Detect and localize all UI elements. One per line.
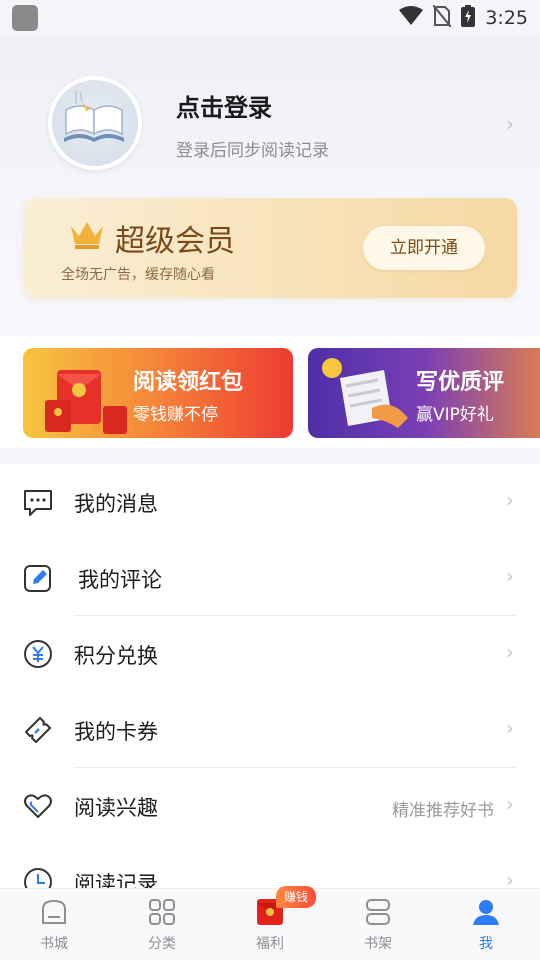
app-notification-icon [12, 5, 38, 31]
menu-item-label: 阅读记录 [74, 872, 158, 888]
menu-item-messages[interactable]: 我的消息 › [0, 464, 540, 540]
chevron-right-icon: › [506, 488, 514, 512]
menu-item-label: 我的评论 [78, 568, 162, 592]
menu-item-points-exchange[interactable]: 积分兑换 › [0, 616, 540, 692]
banner-title: 写优质评 [416, 370, 505, 395]
menu-item-coupons[interactable]: 我的卡券 › [0, 692, 540, 768]
vip-card[interactable]: 超级会员 全场无广告，缓存随心看 立即开通 [23, 198, 517, 298]
bottom-tab-bar: 书城 分类 福利 书架 我 [0, 888, 540, 960]
open-book-icon [64, 90, 124, 142]
settings-menu: 我的消息 › 我的评论 › 积分兑换 › 我的卡券 › 阅读兴趣 精准推荐好书 … [0, 464, 540, 888]
wifi-icon [399, 5, 424, 31]
chevron-right-icon: › [506, 868, 514, 888]
chevron-right-icon: › [506, 792, 514, 816]
banner-subtitle: 赢VIP好礼 [416, 405, 494, 425]
tab-label: 书架 [364, 936, 392, 952]
no-sim-icon [432, 3, 453, 32]
vip-title: 超级会员 [115, 224, 235, 259]
menu-item-reading-history[interactable]: 阅读记录 › [0, 844, 540, 888]
chevron-right-icon[interactable]: › [506, 112, 514, 136]
tab-label: 福利 [256, 936, 284, 952]
edit-comment-icon [22, 562, 54, 594]
crown-icon [69, 218, 105, 254]
menu-item-reading-interests[interactable]: 阅读兴趣 精准推荐好书 › [0, 768, 540, 844]
avatar[interactable] [48, 76, 142, 170]
tab-label: 分类 [148, 936, 176, 952]
menu-item-hint: 精准推荐好书 [392, 801, 494, 821]
login-title[interactable]: 点击登录 [176, 88, 272, 123]
ticket-icon [22, 714, 54, 746]
menu-item-label: 阅读兴趣 [74, 796, 158, 820]
status-indicators: 3:25 [399, 3, 528, 32]
review-paper-icon [322, 358, 408, 428]
earn-money-badge: 赚钱 [276, 886, 316, 908]
tab-me[interactable]: 我 [432, 889, 540, 960]
activate-vip-button[interactable]: 立即开通 [363, 226, 485, 270]
tab-label: 书城 [40, 936, 68, 952]
write-review-banner[interactable]: 写优质评 赢VIP好礼 [308, 348, 540, 438]
user-icon [471, 897, 501, 927]
tab-label: 我 [479, 936, 493, 952]
battery-charging-icon [461, 4, 476, 32]
menu-item-label: 我的卡券 [74, 720, 158, 744]
yuan-coin-icon [22, 638, 54, 670]
banner-subtitle: 零钱赚不停 [133, 405, 218, 425]
heart-icon [22, 790, 54, 822]
tab-bookstore[interactable]: 书城 [0, 889, 108, 960]
red-envelope-icon [45, 370, 127, 434]
status-time: 3:25 [485, 7, 528, 29]
clock-icon [22, 866, 54, 888]
tab-bookshelf[interactable]: 书架 [324, 889, 432, 960]
menu-item-label: 我的消息 [74, 492, 158, 516]
vip-subtitle: 全场无广告，缓存随心看 [61, 267, 215, 283]
menu-item-comments[interactable]: 我的评论 › [0, 540, 540, 616]
message-icon [22, 486, 54, 518]
menu-item-label: 积分兑换 [74, 644, 158, 668]
status-bar: 3:25 [0, 0, 540, 36]
category-grid-icon [147, 897, 177, 927]
tab-category[interactable]: 分类 [108, 889, 216, 960]
bookshelf-icon [363, 897, 393, 927]
promo-banners: 阅读领红包 零钱赚不停 写优质评 赢VIP好礼 [0, 336, 540, 448]
bookstore-icon [39, 897, 69, 927]
read-red-packet-banner[interactable]: 阅读领红包 零钱赚不停 [23, 348, 293, 438]
banner-title: 阅读领红包 [133, 370, 244, 395]
login-subtitle: 登录后同步阅读记录 [176, 141, 329, 161]
chevron-right-icon: › [506, 716, 514, 740]
chevron-right-icon: › [506, 640, 514, 664]
chevron-right-icon: › [506, 564, 514, 588]
